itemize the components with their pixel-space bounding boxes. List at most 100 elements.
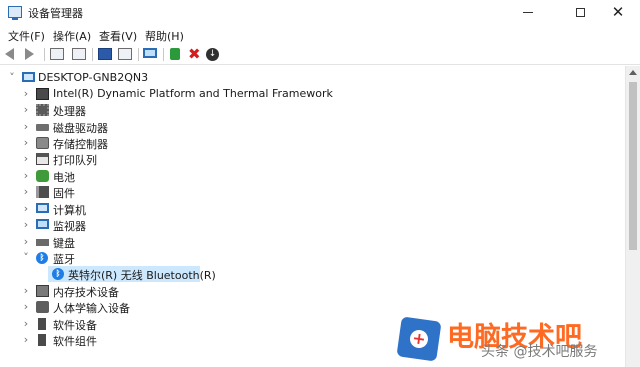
download-icon: ↓ <box>206 48 219 61</box>
root-label: DESKTOP-GNB2QN3 <box>38 71 149 84</box>
close-button[interactable]: ✕ <box>596 0 640 25</box>
menu-action[interactable]: 操作(A) <box>53 28 91 44</box>
back-arrow-icon <box>5 48 14 60</box>
firmware-icon <box>36 186 49 198</box>
tree-item-label: 处理器 <box>53 105 86 118</box>
watermark-subtext: 头条 @技术吧服务 <box>481 344 598 360</box>
properties-button[interactable] <box>72 47 88 62</box>
tree-item-label: 固件 <box>53 187 75 200</box>
forward-arrow-icon <box>25 48 34 60</box>
battery-icon <box>36 170 49 182</box>
minimize-button[interactable] <box>506 0 550 25</box>
tree-item-label: 人体学输入设备 <box>53 302 130 315</box>
bluetooth-icon: ᛒ <box>52 268 64 280</box>
title-bar: 设备管理器 ✕ <box>0 0 640 25</box>
tree-item-bluetooth-adapter[interactable]: ᛒ 英特尔(R) 无线 Bluetooth(R) <box>0 266 620 282</box>
properties-icon <box>50 48 64 60</box>
tree-item[interactable]: › 打印队列 <box>0 151 620 167</box>
monitor-icon <box>36 219 49 229</box>
watermark: + 电脑技术吧 头条 @技术吧服务 <box>395 315 635 365</box>
printer-icon <box>36 153 49 165</box>
chip-icon <box>36 88 49 100</box>
chevron-right-icon[interactable]: › <box>21 234 31 250</box>
tree-item-label: 监视器 <box>53 220 86 233</box>
tree-item-label: 电池 <box>53 171 75 184</box>
show-hide-tree-button[interactable] <box>50 47 66 62</box>
tree-item[interactable]: › 电池 <box>0 168 620 184</box>
chevron-down-icon[interactable]: ˅ <box>7 70 17 86</box>
chevron-right-icon[interactable]: › <box>21 119 31 135</box>
uninstall-button[interactable]: ✖ <box>188 47 204 62</box>
menu-view[interactable]: 查看(V) <box>99 28 137 44</box>
chevron-right-icon[interactable]: › <box>21 283 31 299</box>
add-driver-icon <box>170 48 180 60</box>
tree-item[interactable]: › Intel(R) Dynamic Platform and Thermal … <box>0 86 620 102</box>
tree-item-bluetooth[interactable]: ˅ ᛒ 蓝牙 <box>0 250 620 266</box>
scroll-up-icon[interactable] <box>629 70 637 75</box>
forward-button[interactable] <box>25 47 41 62</box>
plus-icon: + <box>408 328 430 350</box>
device-manager-app-icon <box>8 6 22 20</box>
tree-item[interactable]: › 人体学输入设备 <box>0 299 620 315</box>
update-driver-icon <box>72 48 86 60</box>
chevron-right-icon[interactable]: › <box>21 86 31 102</box>
tree-item-label: 键盘 <box>53 237 75 250</box>
uninstall-icon: ✖ <box>188 45 201 63</box>
tree-item-label: 存储控制器 <box>53 138 108 151</box>
tree-item[interactable]: › 监视器 <box>0 217 620 233</box>
toolbar-separator <box>138 48 139 61</box>
storage-controller-icon <box>36 137 49 149</box>
update-driver-button[interactable] <box>168 47 184 62</box>
chevron-right-icon[interactable]: › <box>21 332 31 348</box>
monitor-icon <box>143 48 157 58</box>
tree-item-label: 磁盘驱动器 <box>53 122 108 135</box>
chevron-right-icon[interactable]: › <box>21 151 31 167</box>
help-button[interactable] <box>98 47 114 62</box>
tree-item[interactable]: › 固件 <box>0 184 620 200</box>
tree-item[interactable]: › 键盘 <box>0 234 620 250</box>
tree-item-label: Intel(R) Dynamic Platform and Thermal Fr… <box>53 87 333 100</box>
tree-item-label: 蓝牙 <box>53 253 75 266</box>
computer-icon <box>22 72 35 82</box>
scroll-thumb[interactable] <box>629 82 637 250</box>
action-button[interactable] <box>118 47 134 62</box>
tree-item-label: 软件组件 <box>53 335 97 348</box>
tree-item-label: 英特尔(R) 无线 Bluetooth(R) <box>68 269 216 282</box>
enable-device-button[interactable]: ↓ <box>206 47 222 62</box>
tree-item-label: 计算机 <box>53 204 86 217</box>
cpu-icon <box>36 104 49 116</box>
help-icon <box>98 48 112 60</box>
hid-icon <box>36 301 49 313</box>
menu-help[interactable]: 帮助(H) <box>145 28 184 44</box>
tree-item[interactable]: › 计算机 <box>0 201 620 217</box>
minimize-icon <box>523 12 533 13</box>
software-component-icon <box>38 334 46 346</box>
chevron-right-icon[interactable]: › <box>21 135 31 151</box>
window-title: 设备管理器 <box>28 7 83 20</box>
software-device-icon <box>38 318 46 330</box>
chevron-right-icon[interactable]: › <box>21 299 31 315</box>
tree-item[interactable]: › 存储控制器 <box>0 135 620 151</box>
toolbar: ✖ ↓ <box>0 45 640 65</box>
disk-icon <box>36 124 49 131</box>
chevron-right-icon[interactable]: › <box>21 184 31 200</box>
computer-icon <box>36 203 49 213</box>
chevron-right-icon[interactable]: › <box>21 217 31 233</box>
back-button[interactable] <box>5 47 21 62</box>
toolbar-separator <box>163 48 164 61</box>
scan-icon <box>118 48 132 60</box>
chevron-right-icon[interactable]: › <box>21 102 31 118</box>
chevron-right-icon[interactable]: › <box>21 201 31 217</box>
bluetooth-icon: ᛒ <box>36 252 48 264</box>
tree-item[interactable]: › 处理器 <box>0 102 620 118</box>
chevron-right-icon[interactable]: › <box>21 168 31 184</box>
maximize-icon <box>575 8 585 17</box>
memory-device-icon <box>36 285 49 297</box>
tree-item[interactable]: › 磁盘驱动器 <box>0 119 620 135</box>
menu-file[interactable]: 文件(F) <box>8 28 45 44</box>
scan-hardware-button[interactable] <box>143 47 159 62</box>
tree-item[interactable]: › 内存技术设备 <box>0 283 620 299</box>
tree-root[interactable]: ˅ DESKTOP-GNB2QN3 <box>0 70 620 86</box>
chevron-right-icon[interactable]: › <box>21 316 31 332</box>
chevron-down-icon[interactable]: ˅ <box>21 250 31 266</box>
